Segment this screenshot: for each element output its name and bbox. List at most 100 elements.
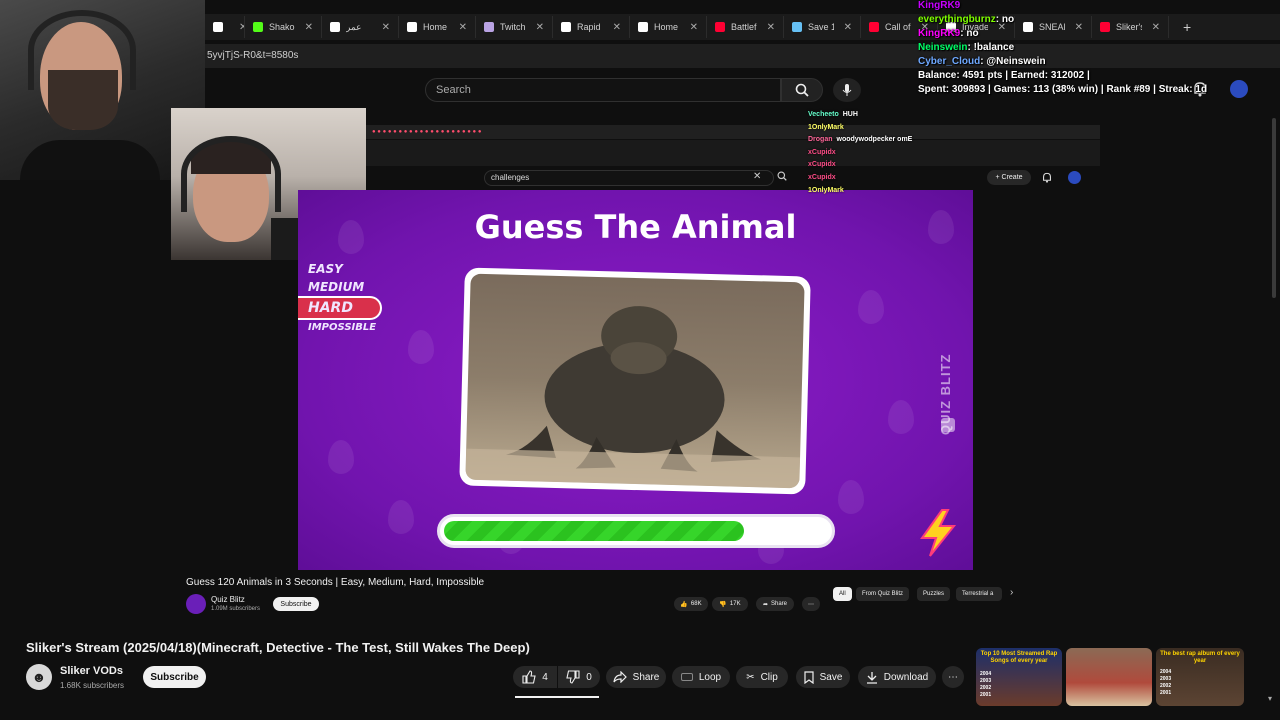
chevron-right-icon[interactable]: › — [1010, 587, 1013, 598]
chip-from-channel[interactable]: From Quiz Blitz — [856, 587, 910, 601]
inner-account-avatar[interactable] — [1068, 171, 1081, 184]
video-player[interactable]: Guess The Animal EASY MEDIUM HARD IMPOSS… — [298, 190, 973, 570]
browser-tab[interactable]: Shako ✕ — [245, 16, 322, 38]
chat-username: Drogan — [808, 136, 833, 144]
balance-line-2: Spent: 309893 | Games: 113 (38% win) | R… — [918, 84, 1208, 95]
download-button[interactable]: Download — [858, 666, 936, 688]
chat-message: KingRK9 — [918, 0, 1280, 11]
balance-line-1: Balance: 4591 pts | Earned: 312002 | — [918, 70, 1090, 81]
like-button[interactable]: 4 — [513, 666, 557, 688]
inner-search-button[interactable] — [777, 171, 787, 181]
inner-more-button[interactable]: ⋯ — [802, 597, 820, 611]
thumbnail-text: Top 10 Most Streamed Rap Songs of every … — [980, 651, 1058, 664]
chip-all[interactable]: All — [833, 587, 852, 601]
close-tab-icon[interactable]: ✕ — [613, 22, 621, 33]
difficulty-list: EASY MEDIUM HARD IMPOSSIBLE — [298, 260, 388, 335]
chat-text: woodywodpecker omE — [836, 136, 913, 144]
dislike-button[interactable]: 0 — [558, 666, 600, 688]
browser-tab[interactable]: Home ✕ — [630, 16, 707, 38]
close-tab-icon[interactable]: ✕ — [690, 22, 698, 33]
difficulty-hard-active: HARD — [298, 296, 382, 320]
loop-icon — [680, 673, 693, 681]
search-icon — [795, 83, 809, 97]
close-tab-icon[interactable]: ✕ — [382, 22, 390, 33]
loop-button[interactable]: Loop — [672, 666, 730, 688]
create-button[interactable]: + Create — [987, 170, 1031, 185]
recommended-thumbnail[interactable]: The best rap album of every year 2004 20… — [1156, 648, 1244, 706]
inner-dislike-count: 17K — [729, 601, 741, 607]
browser-tab[interactable]: Home ✕ — [399, 16, 476, 38]
share-label: Share — [632, 671, 660, 683]
more-actions-button[interactable]: ⋯ — [942, 666, 964, 688]
browser-tab[interactable]: Save 1 ✕ — [784, 16, 861, 38]
scroll-down-icon[interactable]: ▾ — [1268, 694, 1272, 703]
inner-channel-avatar[interactable] — [186, 594, 206, 614]
search-icon — [777, 171, 787, 181]
inner-share-button[interactable]: ➦ Share — [756, 597, 794, 611]
close-tab-icon[interactable]: ✕ — [305, 22, 313, 33]
inner-search-input[interactable]: challenges — [484, 170, 774, 186]
share-button[interactable]: Share — [606, 666, 666, 688]
browser-tab[interactable]: Battlef ✕ — [707, 16, 784, 38]
close-tab-icon[interactable]: ✕ — [459, 22, 467, 33]
browser-tab[interactable]: عمر ✕ — [322, 16, 399, 38]
komodo-dragon-photo — [465, 273, 805, 489]
close-tab-icon[interactable]: ✕ — [536, 22, 544, 33]
inner-browser-tab-strip: ● ● ● ● ● ● ● ● ● ● ● ● ● ● ● ● ● ● ● ● … — [366, 125, 1100, 139]
headset — [181, 136, 281, 212]
voice-search-button[interactable] — [833, 78, 861, 102]
browser-tab-label: Call of — [885, 22, 911, 32]
inner-like-button[interactable]: 👍 68K — [674, 597, 708, 611]
twitch-icon — [484, 22, 494, 32]
subscribe-button[interactable]: Subscribe — [143, 666, 206, 688]
plus-icon: + — [995, 174, 1000, 181]
close-tab-icon[interactable]: ✕ — [844, 22, 852, 33]
share-icon: ➦ — [762, 601, 768, 608]
clip-label: Clip — [760, 671, 778, 683]
more-icon: ⋯ — [948, 671, 958, 683]
clear-search-icon[interactable]: ✕ — [753, 171, 761, 182]
like-ratio-bar — [515, 696, 599, 698]
save-button[interactable]: Save — [796, 666, 850, 688]
like-count: 4 — [542, 671, 548, 683]
flame-pattern — [888, 400, 914, 434]
browser-tab-label: Home — [423, 22, 448, 32]
channel-name[interactable]: Sliker VODs — [60, 665, 123, 677]
inner-browser-toolbar — [366, 140, 1100, 166]
flame-pattern — [858, 290, 884, 324]
right-sidebar — [1100, 108, 1280, 623]
inner-subscribe-button[interactable]: Subscribe — [273, 597, 319, 611]
chat-username: xCupidx — [808, 148, 836, 156]
thumbs-down-icon: 👎 — [719, 601, 727, 608]
inner-dislike-button[interactable]: 👎 17K — [712, 597, 748, 611]
scissors-icon: ✂ — [746, 671, 755, 683]
search-input[interactable]: Search — [425, 78, 781, 102]
lightning-bolt-icon — [916, 508, 960, 558]
browser-tab[interactable]: Twitch ✕ — [476, 16, 553, 38]
inner-notifications-button[interactable] — [1042, 172, 1052, 183]
kick-icon — [253, 22, 263, 32]
nested-chat-message: xCupidx — [808, 172, 948, 185]
inner-channel-subscribers: 1.09M subscribers — [211, 606, 261, 612]
chat-username: Cyber_Cloud — [918, 56, 981, 67]
browser-tab[interactable]: yp #✕ — [205, 16, 245, 38]
search-button[interactable] — [781, 78, 823, 102]
clip-button[interactable]: ✂ Clip — [736, 666, 788, 688]
chip-terrestrial[interactable]: Terrestrial a — [956, 587, 1002, 601]
inner-video-title[interactable]: Guess 120 Animals in 3 Seconds | Easy, M… — [186, 577, 484, 588]
channel-avatar[interactable]: ☻ — [26, 664, 52, 690]
recommended-thumbnail[interactable] — [1066, 648, 1152, 706]
chat-text: : no — [995, 14, 1015, 25]
share-icon — [613, 671, 627, 683]
download-icon — [866, 671, 877, 684]
chip-puzzles[interactable]: Puzzles — [917, 587, 951, 601]
scrollbar[interactable] — [1272, 118, 1276, 298]
browser-tab[interactable]: Rapid ✕ — [553, 16, 630, 38]
chat-username: xCupidx — [808, 173, 836, 181]
bookmark-icon — [803, 670, 814, 684]
main-video-title: Sliker's Stream (2025/04/18)(Minecraft, … — [26, 640, 530, 655]
tab-icon — [213, 22, 223, 32]
inner-channel-name[interactable]: Quiz Blitz — [211, 595, 245, 604]
recommended-thumbnail[interactable]: Top 10 Most Streamed Rap Songs of every … — [976, 648, 1062, 706]
close-tab-icon[interactable]: ✕ — [767, 22, 775, 33]
